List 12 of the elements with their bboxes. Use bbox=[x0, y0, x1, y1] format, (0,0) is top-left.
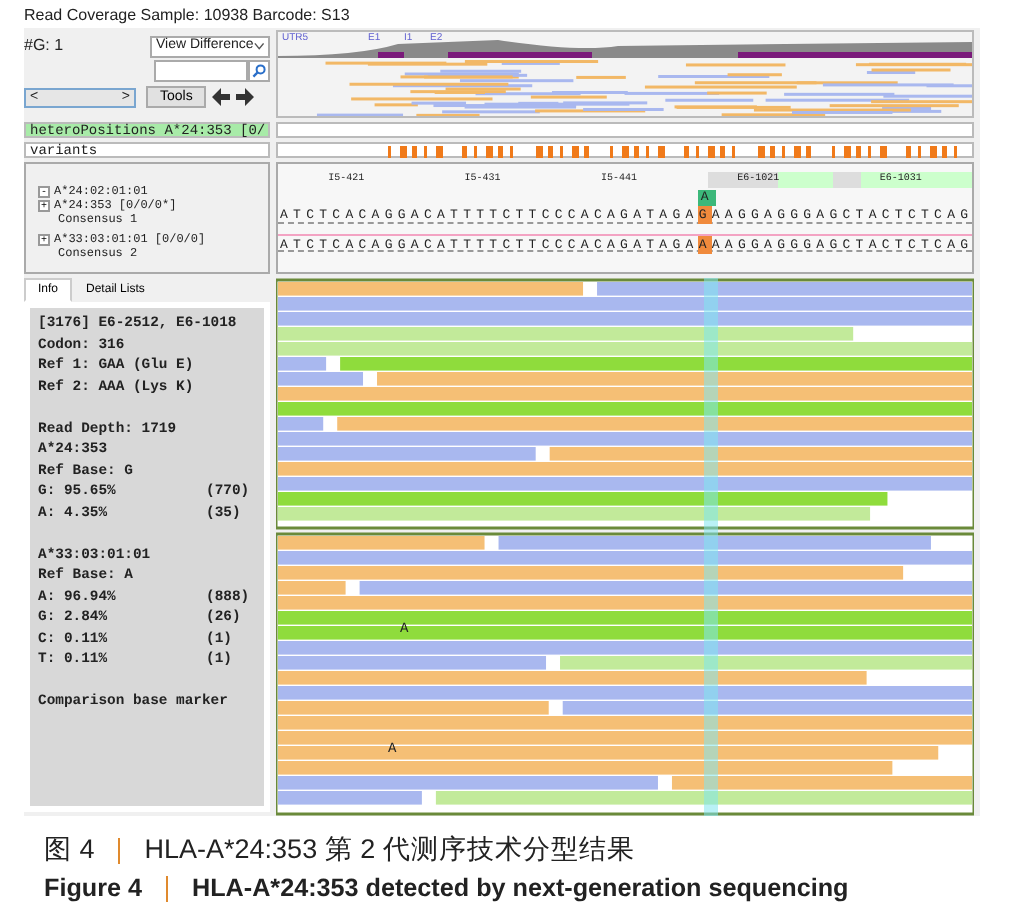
caption-text: HLA-A*24:353 detected by next-generation sequencing bbox=[192, 872, 849, 907]
group-label: #G: 1 bbox=[24, 34, 64, 58]
search-field[interactable] bbox=[154, 60, 248, 82]
caption-text: HLA-A*24:353 第 2 代测序技术分型结果 bbox=[144, 832, 635, 869]
back-arrow-icon[interactable] bbox=[212, 88, 231, 106]
forward-arrow-icon[interactable] bbox=[236, 88, 255, 106]
search-icon bbox=[252, 64, 266, 78]
search-button[interactable] bbox=[248, 60, 270, 82]
caption-label: Figure 4 bbox=[44, 872, 142, 907]
caret-icon bbox=[253, 42, 264, 50]
caption-label: 图 4 bbox=[44, 832, 95, 869]
window-title: Read Coverage Sample: 10938 Barcode: S13 bbox=[24, 4, 352, 28]
